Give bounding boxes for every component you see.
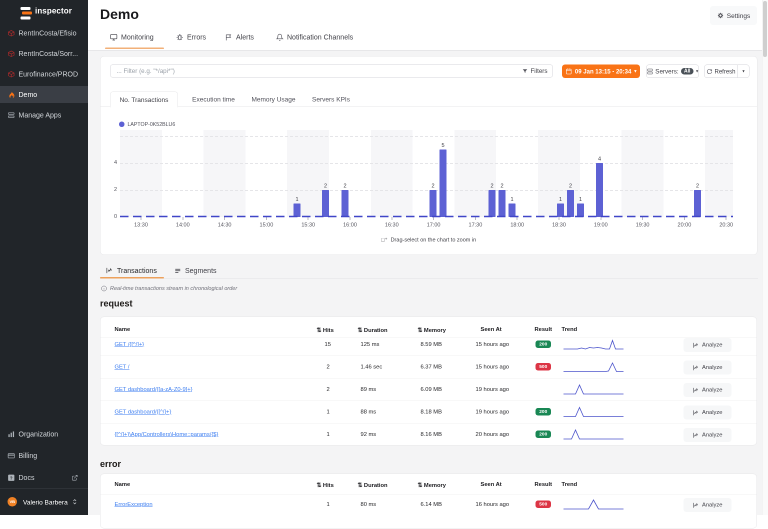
svg-text:?: ? — [10, 475, 13, 480]
